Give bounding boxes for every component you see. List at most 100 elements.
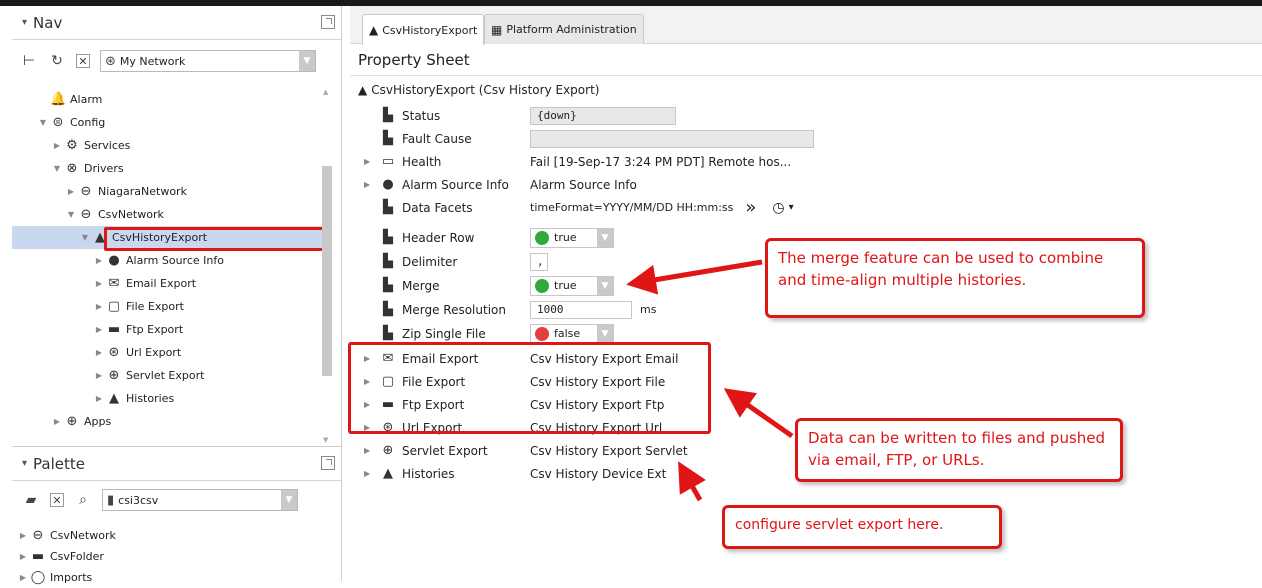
tree-node[interactable]: ▶ ✉ Email Export — [12, 272, 322, 295]
scroll-up-icon[interactable]: ▲ — [323, 88, 328, 96]
open-folder-icon[interactable]: ▰ — [22, 491, 40, 509]
property-name: Health — [402, 154, 442, 169]
tree-node[interactable]: ▼ ⊜ Config — [12, 111, 322, 134]
property-row[interactable]: ▙ Status {down} — [350, 104, 1262, 127]
palette-item[interactable]: ▶ ◯ Imports — [12, 567, 341, 588]
dropdown-arrow-icon[interactable]: ▼ — [281, 490, 297, 510]
dropdown-arrow-icon[interactable]: ▼ — [299, 51, 315, 71]
maximize-icon[interactable] — [321, 15, 335, 29]
nav-scrollbar[interactable]: ▲ ▼ — [320, 84, 334, 444]
property-row[interactable]: ▶ ● Alarm Source Info Alarm Source Info — [350, 173, 1262, 196]
tree-node[interactable]: ▶ ⊕ Servlet Export — [12, 364, 322, 387]
expand-icon[interactable]: ▶ — [92, 348, 106, 357]
boolean-select[interactable]: true ▼ — [530, 275, 614, 296]
tree-node[interactable]: ▶ ▢ File Export — [12, 295, 322, 318]
text-input[interactable]: , — [530, 252, 548, 271]
palette-item[interactable]: ▶ ▬ CsvFolder — [12, 546, 341, 567]
property-row[interactable]: ▙ Data Facets timeFormat=YYYY/MM/DD HH:mm:… — [350, 196, 1262, 219]
nav-toolbar: ⊢ ↻ ✕ ⊛ My Network ▼ — [12, 48, 341, 74]
file-icon: ▢ — [107, 299, 121, 314]
expand-icon[interactable]: ▶ — [92, 371, 106, 380]
expand-icon[interactable]: ▶ — [364, 446, 370, 455]
tree-node-label: Email Export — [126, 277, 197, 290]
network-icon: ⊖ — [80, 184, 92, 199]
tree-node-label: Drivers — [84, 162, 124, 175]
tree-node[interactable]: ▶ ● Alarm Source Info — [12, 249, 322, 272]
expand-icon[interactable]: ▶ — [16, 531, 30, 540]
tree-node[interactable]: ▶ ▲ Histories — [12, 387, 322, 410]
tree-node[interactable]: ▶ ⊕ Apps — [12, 410, 322, 433]
tree-node-label: File Export — [126, 300, 184, 313]
boolean-select[interactable]: false ▼ — [530, 323, 614, 344]
clock-icon[interactable]: ◷ — [772, 200, 784, 216]
refresh-icon[interactable]: ↻ — [48, 52, 66, 70]
find-icon[interactable]: ⌕ — [74, 491, 92, 509]
histories-icon: ▲ — [109, 391, 119, 406]
close-box-icon[interactable]: ✕ — [76, 54, 90, 68]
chevron-down-icon[interactable]: ▾ — [789, 202, 794, 213]
expand-icon[interactable]: ▶ — [50, 141, 64, 150]
expand-icon[interactable]: ▶ — [64, 187, 78, 196]
palette-header[interactable]: ▾ Palette — [12, 447, 341, 481]
tree-node[interactable]: ▶ ▬ Ftp Export — [12, 318, 322, 341]
tree-node-label: Apps — [84, 415, 112, 428]
expand-icon[interactable]: ▶ — [92, 394, 106, 403]
tree-node[interactable]: ▼ ⊗ Drivers — [12, 157, 322, 180]
property-name: Delimiter — [402, 254, 458, 269]
property-row[interactable]: ▶ ▭ Health Fail [19-Sep-17 3:24 PM PDT] Rem… — [350, 150, 1262, 173]
scroll-thumb[interactable] — [322, 166, 332, 376]
expand-icon[interactable]: ▶ — [92, 256, 106, 265]
tree-node[interactable]: ▶⊖Files — [12, 433, 322, 436]
nav-header[interactable]: ▾ Nav — [12, 6, 341, 40]
expand-icon[interactable]: ▶ — [364, 180, 370, 189]
collapse-chevron-icon[interactable]: ▾ — [22, 458, 27, 469]
dropdown-arrow-icon[interactable]: ▼ — [597, 324, 613, 343]
expand-icon[interactable]: ▶ — [92, 325, 106, 334]
scroll-down-icon[interactable]: ▼ — [323, 436, 328, 444]
slot-icon: ▙ — [383, 200, 393, 215]
dropdown-arrow-icon[interactable]: ▼ — [597, 276, 613, 295]
property-value: true ▼ — [530, 227, 614, 248]
tree-icon[interactable]: ⊢ — [20, 52, 38, 70]
property-name: Header Row — [402, 230, 475, 245]
folder-icon: ▬ — [107, 322, 121, 337]
globe-icon: ⊕ — [382, 443, 394, 458]
tree-node[interactable]: 🔔 Alarm — [12, 88, 322, 111]
collapse-icon[interactable]: ▼ — [64, 210, 78, 219]
property-value: {down} — [530, 106, 676, 125]
tree-node[interactable]: ▶ ⊛ Url Export — [12, 341, 322, 364]
expand-icon[interactable]: ▶ — [364, 469, 370, 478]
property-name: Servlet Export — [402, 443, 488, 458]
palette-module-select[interactable]: ▮ csi3csv ▼ — [102, 489, 298, 511]
edit-facets-icon[interactable]: » — [745, 197, 756, 218]
expand-icon[interactable]: ▶ — [364, 157, 370, 166]
collapse-icon[interactable]: ▼ — [50, 164, 64, 173]
network-select[interactable]: ⊛ My Network ▼ — [100, 50, 316, 72]
dropdown-arrow-icon[interactable]: ▼ — [597, 228, 613, 247]
tree-node[interactable]: ▶ ⚙ Services — [12, 134, 322, 157]
tree-node[interactable]: ▶ ⊖ NiagaraNetwork — [12, 180, 322, 203]
collapse-icon[interactable]: ▼ — [36, 118, 50, 127]
collapse-icon[interactable]: ▼ — [78, 233, 92, 242]
expand-icon[interactable]: ▶ — [16, 552, 30, 561]
tree-node-label: Url Export — [126, 346, 182, 359]
text-input[interactable]: 1000 — [530, 300, 632, 319]
expand-icon[interactable]: ▶ — [92, 302, 106, 311]
property-name: Status — [402, 108, 441, 123]
expand-icon[interactable]: ▶ — [92, 279, 106, 288]
boolean-select[interactable]: true ▼ — [530, 227, 614, 248]
merge-callout: The merge feature can be used to combine… — [765, 238, 1145, 318]
tab-csv-history-export[interactable]: ▲ CsvHistoryExport — [362, 14, 485, 45]
network-icon: ⊖ — [80, 207, 92, 222]
tree-node[interactable]: ▼ ⊖ CsvNetwork — [12, 203, 322, 226]
tree-node-label: NiagaraNetwork — [98, 185, 187, 198]
services-icon: ⚙ — [66, 138, 78, 153]
maximize-icon[interactable] — [321, 456, 335, 470]
palette-item[interactable]: ▶ ⊖ CsvNetwork — [12, 525, 341, 546]
tab-platform-administration[interactable]: ▦ Platform Administration — [484, 14, 644, 44]
property-name: Histories — [402, 466, 455, 481]
close-box-icon[interactable]: ✕ — [50, 493, 64, 507]
property-row[interactable]: ▙ Fault Cause — [350, 127, 1262, 150]
expand-icon[interactable]: ▶ — [50, 417, 64, 426]
collapse-chevron-icon[interactable]: ▾ — [22, 17, 27, 28]
